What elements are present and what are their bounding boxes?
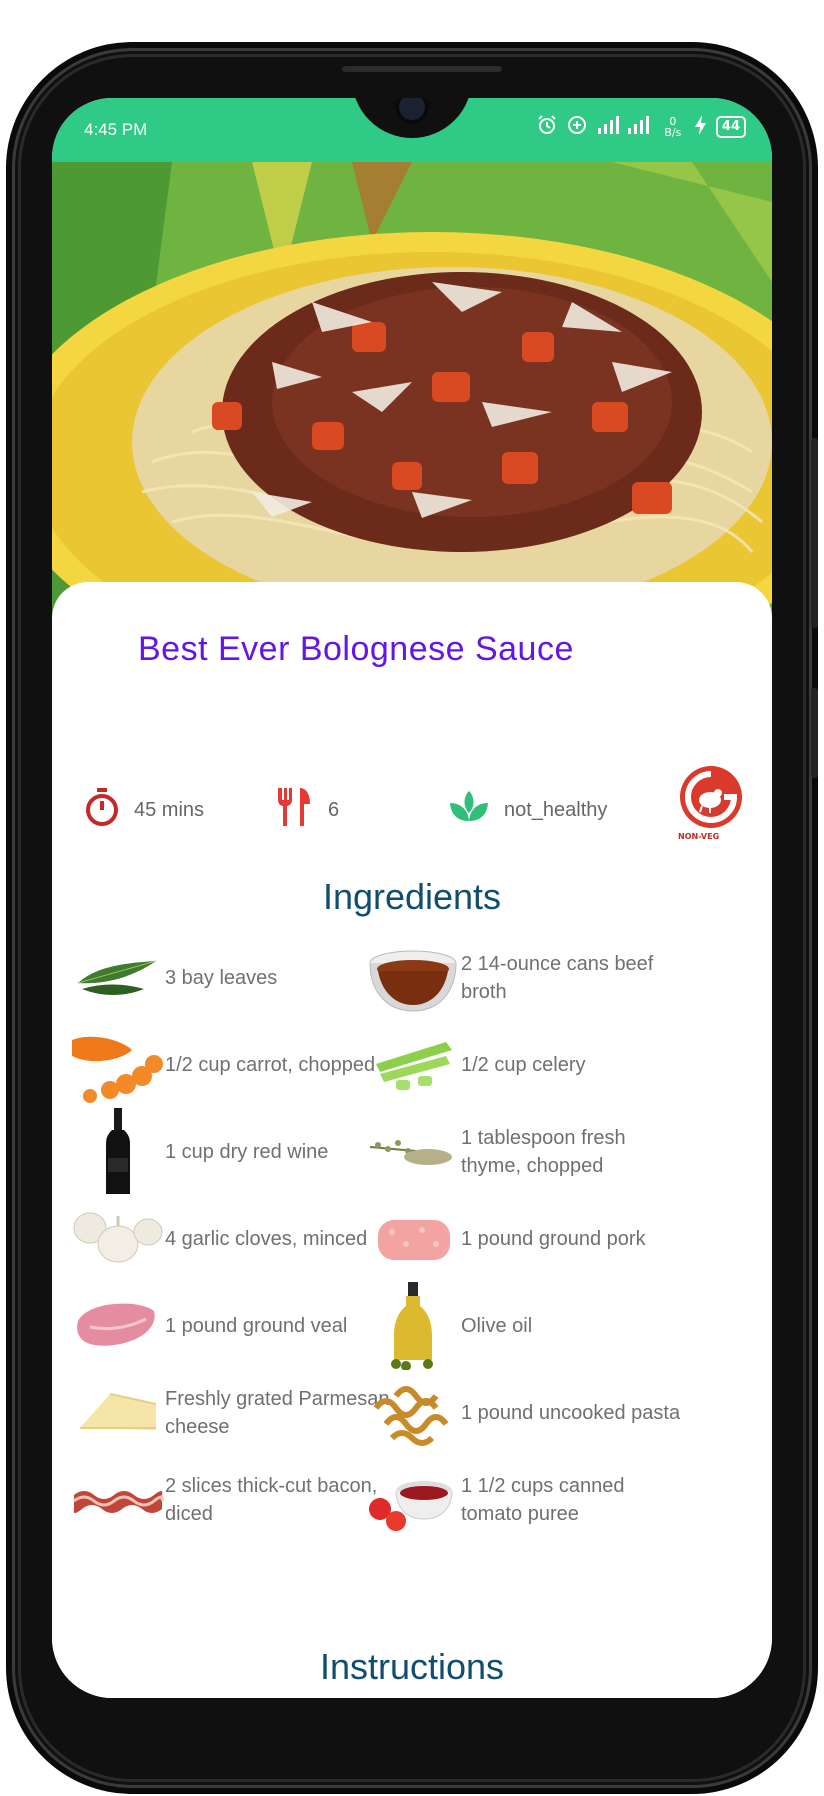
ingredient-item: 1/2 cup carrot, chopped [70,1021,400,1109]
data-saver-icon [566,114,588,140]
timer-icon [84,787,120,833]
thyme-icon [366,1117,461,1187]
spaghetti-plate-illustration [52,162,772,622]
ingredient-item: 1 pound ground veal [70,1282,400,1370]
recipe-title: Best Ever Bolognese Sauce [138,630,574,668]
ingredient-item: Olive oil [366,1282,706,1371]
ingredient-item: 1 1/2 cups canned tomato puree [366,1456,706,1544]
ingredient-text: 1/2 cup carrot, chopped [165,1054,376,1076]
cook-time-label: 45 mins [134,798,205,821]
volume-button [811,438,818,628]
ingredient-text: 1 1/2 cups canned tomato puree [461,1475,625,1525]
power-button [811,688,818,778]
app-screen: 4:45 PM 0 B/s 44 Best Ever Bolognese Sau… [52,98,772,1698]
wine-bottle-icon [70,1108,165,1196]
ingredient-text: 1/2 cup celery [461,1054,586,1076]
non-veg-label: NON-VEG [678,832,720,841]
ingredient-item: 1/2 cup celery [366,1021,706,1109]
servings-label: 6 [328,798,340,821]
ingredients-heading: Ingredients [322,876,502,917]
recipe-detail-card: Best Ever Bolognese Sauce 45 mins 6 not_… [52,582,772,1698]
battery-indicator: 44 [715,116,746,138]
signal-icon [596,114,652,140]
cook-time: 45 mins [84,780,204,840]
health-label: not_healthy [504,798,608,821]
ingredient-item: 3 bay leaves [70,934,400,1022]
garlic-icon [70,1204,165,1274]
ingredient-text: 1 tablespoon fresh thyme, chopped [461,1127,626,1177]
bacon-icon [70,1465,165,1535]
ingredient-item: 1 tablespoon fresh thyme, chopped [366,1108,706,1196]
alarm-icon [536,114,558,140]
data-rate: 0 B/s [664,115,682,139]
ingredient-text: 4 garlic cloves, minced [165,1228,368,1250]
status-time: 4:45 PM [84,120,148,139]
tomato-puree-icon [366,1465,461,1535]
ingredient-text: Olive oil [461,1315,533,1337]
health-status: not_healthy [448,780,607,840]
ingredient-text: 2 slices thick-cut bacon, diced [165,1475,378,1525]
veal-icon [70,1291,165,1361]
olive-oil-icon [366,1282,461,1371]
bay-leaves-icon [70,943,165,1013]
ingredient-text: 2 14-ounce cans beef broth [461,953,654,1003]
instructions-heading: Instructions [319,1646,505,1687]
pasta-icon [366,1378,461,1448]
ingredient-item: 2 14-ounce cans beef broth [366,934,706,1022]
ingredient-text: Freshly grated Parmesan cheese [165,1388,390,1438]
leaf-icon [448,787,490,833]
charging-icon [694,114,708,140]
ground-pork-icon [366,1204,461,1274]
carrot-icon [70,1030,165,1103]
ingredient-text: 1 pound ground veal [165,1315,348,1337]
non-veg-badge-icon [680,766,742,828]
earpiece-speaker [342,66,502,72]
parmesan-icon [70,1378,165,1448]
ingredient-text: 1 pound ground pork [461,1228,646,1250]
ingredient-item: 1 cup dry red wine [70,1108,400,1196]
ingredient-text: 3 bay leaves [165,967,278,989]
cutlery-icon [274,786,314,834]
celery-icon [366,1030,461,1100]
beef-broth-icon [366,943,461,1013]
ingredient-item: 4 garlic cloves, minced [70,1195,410,1283]
ingredient-item: 2 slices thick-cut bacon, diced [70,1456,400,1544]
recipe-hero-image [52,162,772,622]
ingredient-item: 1 pound uncooked pasta [366,1369,706,1457]
ingredient-text: 1 pound uncooked pasta [461,1402,681,1424]
ingredient-text: 1 cup dry red wine [165,1141,329,1163]
servings: 6 [274,780,339,840]
ingredient-item: 1 pound ground pork [366,1195,706,1283]
ingredient-item: Freshly grated Parmesan cheese [70,1369,400,1457]
status-icons: 0 B/s 44 [536,114,746,140]
